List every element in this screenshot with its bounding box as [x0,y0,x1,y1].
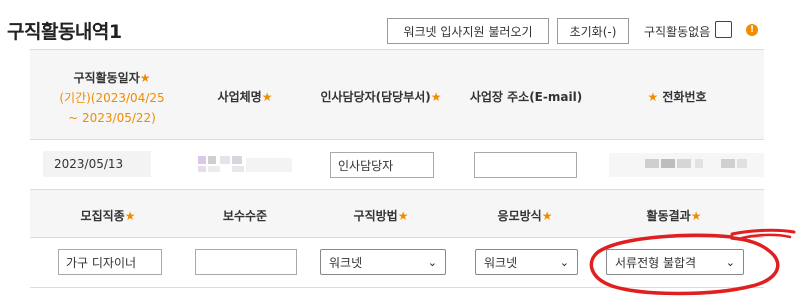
header-date-range: (기간)(2023/04/25 [59,91,165,105]
method-select[interactable]: 워크넷 ⌄ [320,249,446,275]
apply-method-select-value: 워크넷 [484,255,518,270]
required-mark: ★ [647,90,659,104]
chevron-down-icon: ⌄ [559,255,569,269]
required-mark: ★ [430,90,442,104]
header-apply-method: 응모방식★ [498,207,553,224]
header-hr-contact: 인사담당자(담당부서)★ [320,88,441,105]
required-mark: ★ [139,71,151,85]
header-job-type: 모집직종★ [81,207,136,224]
result-select[interactable]: 서류전형 불합격 ⌄ [606,249,744,275]
header-company-label: 사업체명 [217,90,262,104]
job-type-input[interactable]: 가구 디자이너 [58,249,162,275]
apply-method-select[interactable]: 워크넷 ⌄ [475,249,578,275]
method-select-value: 워크넷 [329,255,363,270]
import-worknet-button[interactable]: 워크넷 입사지원 불러오기 [387,18,549,44]
section-title: 구직활동내역1 [7,21,122,43]
header-salary-label: 보수수준 [222,209,268,223]
chevron-down-icon: ⌄ [725,255,735,269]
phone-number-redacted [609,151,764,179]
header-salary: 보수수준 [223,207,267,224]
header-apply-method-label: 응모방식 [497,209,542,223]
header-method-label: 구직방법 [353,209,398,223]
no-history-label: 구직활동없음 [644,25,711,39]
header-email: 사업장 주소(E-mail) [470,88,582,105]
required-mark: ★ [124,209,136,223]
required-mark: ★ [261,90,273,104]
activity-date-field[interactable]: 2023/05/13 [43,151,151,177]
header-phone-label: 전화번호 [662,90,707,104]
header-company: 사업체명★ [218,88,273,105]
required-mark: ★ [690,209,702,223]
divider [30,287,764,288]
header-hr-contact-label: 인사담당자(담당부서) [320,90,431,104]
header-method: 구직방법★ [354,207,409,224]
required-mark: ★ [397,209,409,223]
email-input[interactable] [474,152,577,178]
header-date: 구직활동일자★ (기간)(2023/04/25 ~ 2023/05/22) [59,68,164,128]
header-date-label: 구직활동일자 [73,71,140,85]
salary-input[interactable] [195,249,297,275]
header-result: 활동결과★ [647,207,702,224]
company-name-redacted [192,153,296,177]
header-phone: ★ 전화번호 [647,88,706,105]
header-email-label: 사업장 주소(E-mail) [469,90,583,104]
header-result-label: 활동결과 [646,209,691,223]
header-date-range-end: ~ 2023/05/22) [68,111,156,125]
hr-contact-input[interactable]: 인사담당자 [330,152,434,178]
required-mark: ★ [541,209,553,223]
divider [30,237,764,238]
no-history-checkbox[interactable] [715,21,732,38]
header-job-type-label: 모집직종 [80,209,125,223]
divider [30,139,764,140]
chevron-down-icon: ⌄ [427,255,437,269]
result-select-value: 서류전형 불합격 [615,255,697,270]
exclamation-circle-icon[interactable]: ! [746,24,758,36]
reset-button[interactable]: 초기화(-) [557,18,629,44]
